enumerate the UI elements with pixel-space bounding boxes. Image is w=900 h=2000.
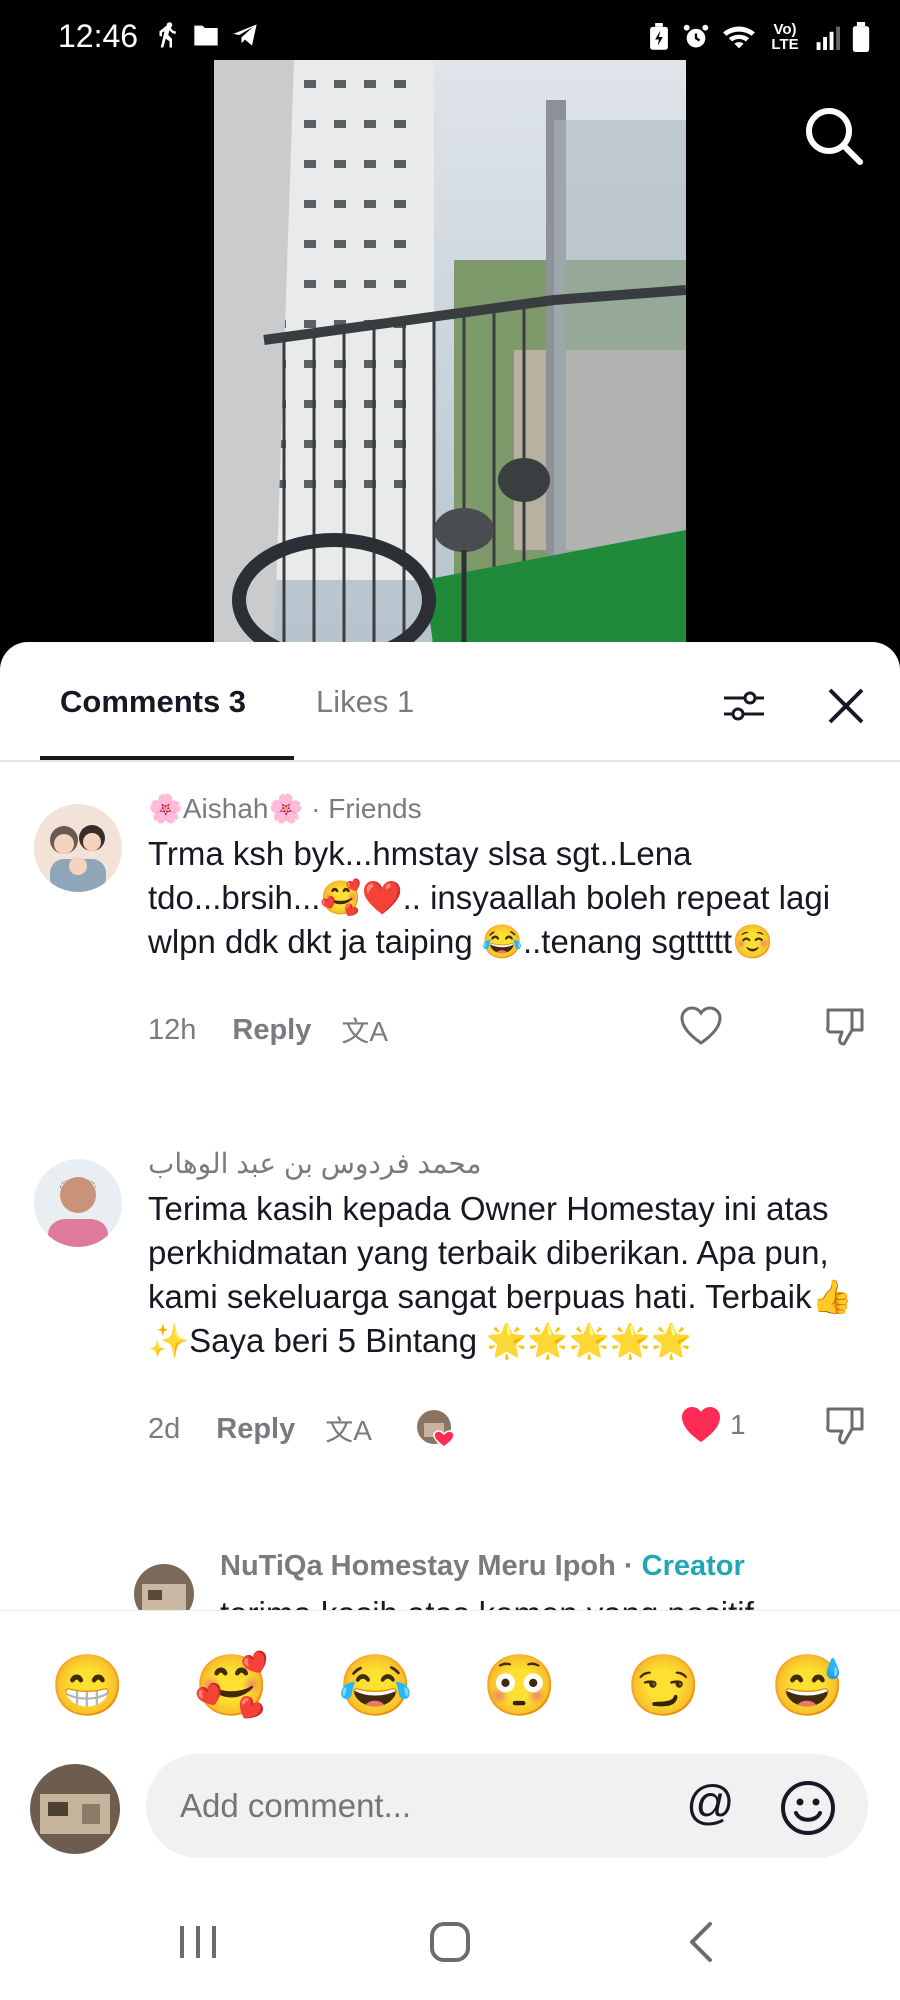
tab-comments[interactable]: Comments 3 <box>60 684 246 720</box>
close-icon[interactable] <box>824 684 868 728</box>
comment-header: 🌸Aishah🌸 · Friends <box>148 792 422 825</box>
comment-author[interactable]: محمد فردوس بن عبد الوهاب <box>148 1148 481 1179</box>
heart-icon[interactable] <box>680 1006 722 1046</box>
reply-author[interactable]: NuTiQa Homestay Meru Ipoh <box>220 1550 616 1582</box>
battery-icon <box>852 22 870 52</box>
comment-header: محمد فردوس بن عبد الوهاب <box>148 1147 481 1180</box>
dislike-icon[interactable] <box>824 1403 868 1447</box>
reply-button[interactable]: Reply <box>232 1014 311 1047</box>
signal-icon <box>816 26 840 50</box>
mention-button[interactable]: @ <box>686 1776 735 1831</box>
comment-author[interactable]: 🌸Aishah🌸 <box>148 793 303 824</box>
video-frame <box>214 60 686 650</box>
comment-actions: 2d Reply 文A <box>148 1409 456 1449</box>
network-label: Vo) LTE <box>771 21 799 53</box>
system-icons: Vo) LTE <box>648 22 870 52</box>
reply-sep: · <box>615 1550 642 1582</box>
system-nav-bar <box>0 1880 900 2000</box>
tabs-bar: Comments 3 Likes 1 <box>0 642 900 762</box>
avatar-image <box>34 804 122 892</box>
friend-tag: · Friends <box>303 793 422 824</box>
telegram-icon <box>233 24 257 46</box>
quick-emoji-bar: 😁 🥰 😂 😳 😏 😅 <box>0 1610 900 1761</box>
heart-icon-liked[interactable] <box>680 1405 722 1445</box>
comment-text: Trma ksh byk...hmstay slsa sgt..Lena tdo… <box>148 835 831 960</box>
translate-icon[interactable]: 文A <box>325 1409 372 1449</box>
filter-icon[interactable] <box>722 684 766 728</box>
dislike-icon[interactable] <box>824 1004 868 1048</box>
avatar-image <box>34 1159 122 1247</box>
emoji-grin[interactable]: 😁 <box>50 1651 125 1721</box>
reply-button[interactable]: Reply <box>216 1413 295 1446</box>
folder-icon <box>194 25 218 46</box>
reply-header: NuTiQa Homestay Meru Ipoh · Creator <box>220 1550 745 1583</box>
battery-saver-icon <box>650 23 668 50</box>
running-icon <box>159 22 176 48</box>
emoji-joy[interactable]: 😂 <box>338 1651 413 1721</box>
emoji-flushed[interactable]: 😳 <box>482 1651 557 1721</box>
clock: 12:46 <box>58 18 139 54</box>
add-comment-input[interactable] <box>146 1754 868 1858</box>
search-icon[interactable] <box>802 104 866 168</box>
notification-icons <box>152 20 260 50</box>
emoji-smirk[interactable]: 😏 <box>626 1651 701 1721</box>
comment-input-bar: @ <box>0 1740 900 1860</box>
nav-back-icon[interactable] <box>686 1920 716 1964</box>
creator-avatar-icon <box>416 1410 455 1448</box>
emoji-icon[interactable] <box>780 1780 836 1836</box>
avatar[interactable] <box>34 804 122 892</box>
comment-time: 12h <box>148 1013 197 1046</box>
avatar[interactable] <box>34 1159 122 1247</box>
nav-recents-icon[interactable] <box>176 1922 220 1962</box>
creator-badge: Creator <box>641 1550 745 1582</box>
emoji-hearts[interactable]: 🥰 <box>194 1651 269 1721</box>
wifi-icon <box>723 26 755 49</box>
like-count: 1 <box>730 1409 746 1440</box>
emoji-sweat-smile[interactable]: 😅 <box>770 1651 845 1721</box>
comment-time: 2d <box>148 1412 181 1445</box>
nav-home-icon[interactable] <box>428 1920 472 1964</box>
creator-liked-badge <box>416 1409 456 1449</box>
tabs-divider <box>0 760 900 762</box>
my-avatar[interactable] <box>30 1764 120 1854</box>
comment-actions: 12h Reply 文A <box>148 1010 388 1050</box>
comment-text: Terima kasih kepada Owner Homestay ini a… <box>148 1190 853 1359</box>
tab-likes[interactable]: Likes 1 <box>316 684 414 720</box>
video-player[interactable] <box>214 60 686 650</box>
translate-icon[interactable]: 文A <box>341 1010 388 1050</box>
alarm-icon <box>683 24 709 48</box>
avatar-image <box>30 1764 120 1854</box>
